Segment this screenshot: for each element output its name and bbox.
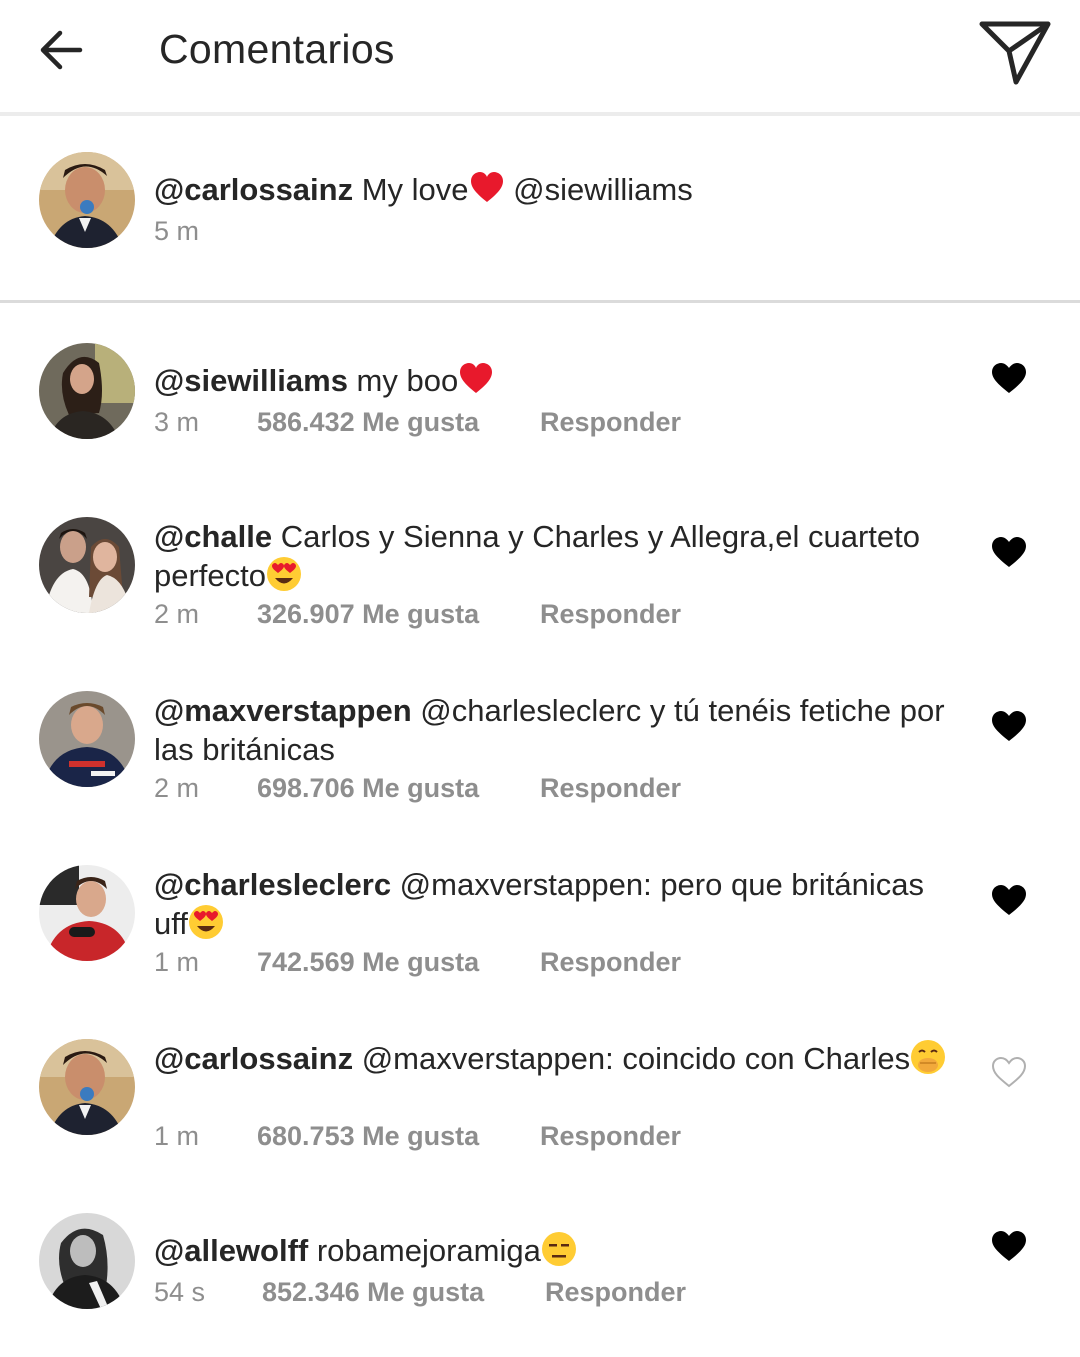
paper-plane-icon <box>979 21 1051 85</box>
heart-eyes-emoji-icon <box>267 557 302 591</box>
comment-meta: 1 m 680.753 Me gusta Responder <box>154 1121 681 1152</box>
comment-time: 2 m <box>154 773 200 803</box>
hand-over-mouth-emoji-icon <box>911 1040 946 1074</box>
comment-time: 1 m <box>154 947 200 977</box>
comment-username[interactable]: @challe <box>154 519 272 554</box>
comment-meta: 2 m 326.907 Me gusta Responder <box>154 599 681 630</box>
heart-eyes-emoji-icon <box>188 905 223 939</box>
red-heart-emoji-icon <box>470 172 503 202</box>
caption-username[interactable]: @carlossainz <box>154 172 353 207</box>
reply-button[interactable]: Responder <box>540 1121 681 1151</box>
reply-button[interactable]: Responder <box>540 947 681 977</box>
avatar[interactable] <box>39 1213 135 1309</box>
caption-body: My love <box>353 172 469 207</box>
comment-text: @maxverstappen @charlesleclerc y tú tené… <box>154 691 954 769</box>
comment-text: @carlossainz @maxverstappen: coincido co… <box>154 1039 954 1078</box>
avatar[interactable] <box>39 1039 135 1135</box>
comment-row: @maxverstappen @charlesleclerc y tú tené… <box>0 691 1080 821</box>
caption-divider <box>0 300 1080 303</box>
comment-text: @allewolff robamejoramiga <box>154 1231 954 1270</box>
comment-meta: 1 m 742.569 Me gusta Responder <box>154 947 681 978</box>
comment-row: @charlesleclerc @maxverstappen: pero que… <box>0 865 1080 995</box>
expressionless-emoji-icon <box>541 1232 576 1266</box>
comment-body: @maxverstappen: coincido con Charles <box>353 1041 911 1076</box>
comment-time: 1 m <box>154 1121 200 1151</box>
reply-button[interactable]: Responder <box>540 407 681 437</box>
caption-timestamp: 5 m <box>154 216 200 246</box>
top-bar: Comentarios <box>0 0 1080 114</box>
comment-username[interactable]: @siewilliams <box>154 363 348 398</box>
reply-button[interactable]: Responder <box>540 599 681 629</box>
avatar[interactable] <box>39 343 135 439</box>
red-heart-emoji-icon <box>460 363 493 393</box>
heart-filled-icon[interactable] <box>990 535 1028 569</box>
comment-time: 2 m <box>154 599 200 629</box>
comment-meta: 3 m 586.432 Me gusta Responder <box>154 407 681 438</box>
comment-row: @allewolff robamejoramiga 54 s 852.346 Me… <box>0 1213 1080 1333</box>
comment-username[interactable]: @allewolff <box>154 1233 308 1268</box>
reply-button[interactable]: Responder <box>545 1277 686 1307</box>
comment-meta: 2 m 698.706 Me gusta Responder <box>154 773 681 804</box>
like-count[interactable]: 586.432 Me gusta <box>257 407 540 438</box>
comment-text: @challe Carlos y Sienna y Charles y Alle… <box>154 517 954 595</box>
comment-text: @siewilliams my boo <box>154 361 954 400</box>
heart-filled-icon[interactable] <box>990 883 1028 917</box>
avatar[interactable] <box>39 691 135 787</box>
caption-mention[interactable]: @siewilliams <box>505 172 693 207</box>
reply-button[interactable]: Responder <box>540 773 681 803</box>
arrow-left-icon <box>40 30 83 70</box>
comment-row: @challe Carlos y Sienna y Charles y Alle… <box>0 517 1080 647</box>
like-count[interactable]: 852.346 Me gusta <box>262 1277 545 1308</box>
back-button[interactable] <box>36 24 88 76</box>
heart-filled-icon[interactable] <box>990 361 1028 395</box>
comment-row: @siewilliams my boo 3 m 586.432 Me gusta R… <box>0 343 1080 463</box>
comment-time: 3 m <box>154 407 200 437</box>
heart-outline-icon[interactable] <box>990 1055 1028 1089</box>
comment-body: my boo <box>347 363 459 398</box>
comment-time: 54 s <box>154 1277 206 1307</box>
like-count[interactable]: 698.706 Me gusta <box>257 773 540 804</box>
like-count[interactable]: 680.753 Me gusta <box>257 1121 540 1152</box>
share-button[interactable] <box>976 16 1056 88</box>
post-caption: @carlossainz My love @siewilliams 5 m <box>0 116 1080 302</box>
caption-time: 5 m <box>154 216 199 247</box>
comment-username[interactable]: @charlesleclerc <box>154 867 391 902</box>
heart-filled-icon[interactable] <box>990 709 1028 743</box>
page-title: Comentarios <box>159 26 395 72</box>
avatar[interactable] <box>39 517 135 613</box>
avatar[interactable] <box>39 152 135 248</box>
like-count[interactable]: 326.907 Me gusta <box>257 599 540 630</box>
comment-meta: 54 s 852.346 Me gusta Responder <box>154 1277 686 1308</box>
like-count[interactable]: 742.569 Me gusta <box>257 947 540 978</box>
comment-username[interactable]: @carlossainz <box>154 1041 353 1076</box>
heart-filled-icon[interactable] <box>990 1229 1028 1263</box>
comment-row: @carlossainz @maxverstappen: coincido co… <box>0 1039 1080 1169</box>
caption-text: @carlossainz My love @siewilliams <box>154 170 954 209</box>
comment-text: @charlesleclerc @maxverstappen: pero que… <box>154 865 954 943</box>
comment-body: robamejoramiga <box>308 1233 541 1268</box>
avatar[interactable] <box>39 865 135 961</box>
comment-username[interactable]: @maxverstappen <box>154 693 412 728</box>
